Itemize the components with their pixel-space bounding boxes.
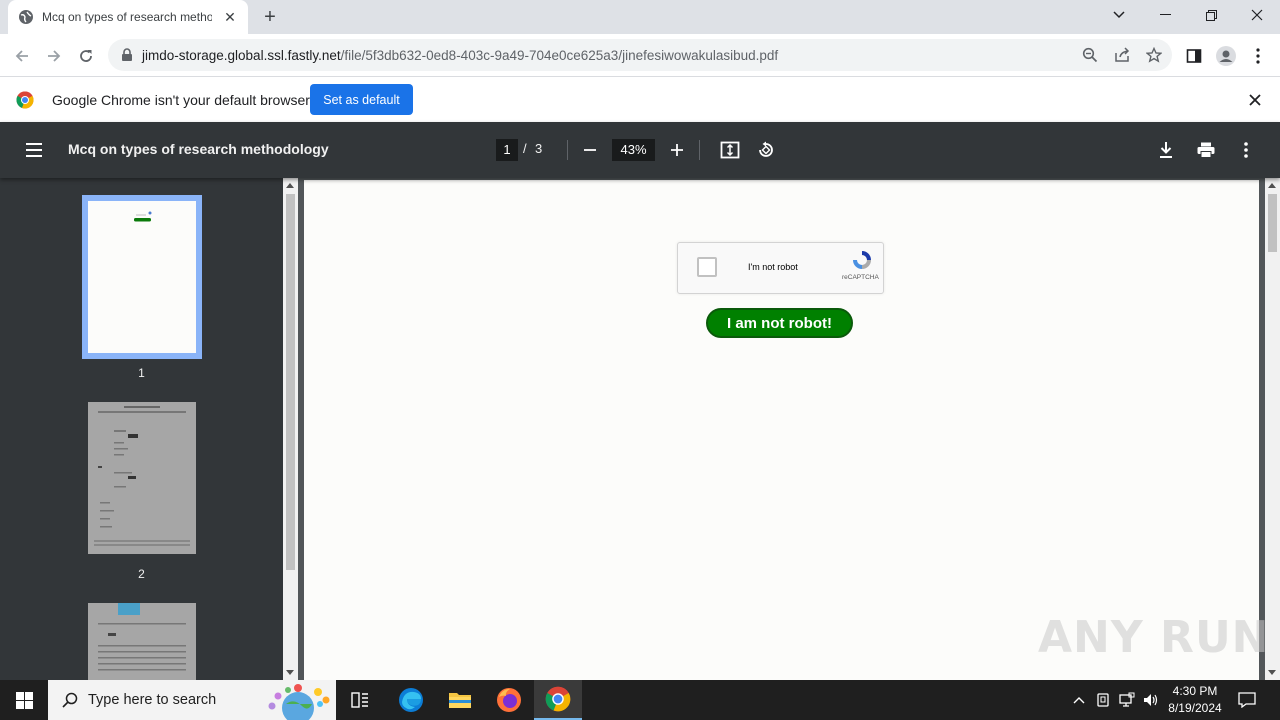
globe-icon <box>19 10 33 24</box>
reload-icon[interactable] <box>72 42 100 70</box>
recaptcha-label: I'm not robot <box>748 262 798 272</box>
page-count: 3 <box>535 141 543 156</box>
windows-start-icon[interactable] <box>0 680 48 720</box>
chrome-logo-icon <box>16 91 34 109</box>
profile-avatar-icon[interactable] <box>1212 42 1240 70</box>
pdf-title: Mcq on types of research methodology <box>68 141 329 157</box>
recaptcha-brand: reCAPTCHA <box>842 274 879 281</box>
zoom-in-icon[interactable] <box>665 138 689 162</box>
fit-page-icon[interactable] <box>718 138 742 162</box>
recaptcha-checkbox[interactable] <box>697 257 717 277</box>
recaptcha-widget[interactable]: I'm not robot reCAPTCHA <box>677 242 884 294</box>
task-view-icon[interactable] <box>336 680 384 720</box>
more-options-icon[interactable] <box>1234 138 1258 162</box>
thumbnail-label: 2 <box>138 567 145 581</box>
windows-taskbar: Type here to search 4:30 PM 8/19/2024 <box>0 680 1280 720</box>
tab-title: Mcq on types of research metho <box>42 10 212 24</box>
sidebar-scroll-thumb[interactable] <box>286 194 295 570</box>
url-host: jimdo-storage.global.ssl.fastly.net <box>142 47 341 63</box>
scroll-up-arrow-icon[interactable] <box>286 183 294 188</box>
lock-icon <box>122 48 132 61</box>
set-as-default-button[interactable]: Set as default <box>310 84 413 115</box>
bookmark-star-icon[interactable] <box>1145 46 1163 64</box>
hamburger-menu-icon[interactable] <box>24 140 44 160</box>
pdf-viewer: I'm not robot reCAPTCHA I am not robot! <box>298 178 1265 680</box>
browser-tab[interactable]: Mcq on types of research metho ✕ <box>8 0 248 34</box>
toolbar-divider <box>567 140 568 160</box>
toolbar-divider <box>699 140 700 160</box>
tab-search-icon[interactable] <box>1096 0 1142 30</box>
page-separator: / <box>523 141 527 156</box>
download-icon[interactable] <box>1154 138 1178 162</box>
clock-date: 8/19/2024 <box>1168 701 1222 715</box>
sidebar-scrollbar[interactable] <box>283 178 298 680</box>
anyrun-watermark: ANY RUN <box>1038 612 1270 663</box>
taskbar-clock[interactable]: 4:30 PM 8/19/2024 <box>1160 683 1230 717</box>
viewer-scroll-thumb[interactable] <box>1268 194 1277 252</box>
tray-device-icon[interactable] <box>1094 691 1112 709</box>
tab-close-icon[interactable]: ✕ <box>222 9 238 26</box>
side-panel-icon[interactable] <box>1180 42 1208 70</box>
close-window-button[interactable] <box>1234 0 1280 30</box>
clock-time: 4:30 PM <box>1172 684 1218 698</box>
scroll-up-arrow-icon[interactable] <box>1268 183 1276 188</box>
recaptcha-logo-icon <box>853 251 871 269</box>
i-am-not-robot-button[interactable]: I am not robot! <box>706 308 853 338</box>
taskbar-search-box[interactable]: Type here to search <box>48 680 336 720</box>
minimize-button[interactable] <box>1142 0 1188 30</box>
firefox-icon[interactable] <box>485 680 533 720</box>
network-icon[interactable] <box>1118 691 1136 709</box>
viewer-scrollbar[interactable] <box>1265 178 1280 680</box>
restore-button[interactable] <box>1188 0 1234 30</box>
thumbnail-label: 1 <box>138 366 145 380</box>
notification-icon[interactable] <box>1238 691 1256 709</box>
forward-arrow-icon[interactable] <box>40 42 68 70</box>
file-explorer-icon[interactable] <box>436 680 484 720</box>
page-thumbnail-1[interactable] <box>82 195 202 359</box>
pdf-page: I'm not robot reCAPTCHA I am not robot! <box>304 180 1259 680</box>
zoom-out-icon[interactable] <box>578 138 602 162</box>
url-path: /file/5f3db632-0ed8-403c-9a49-704e0ce625… <box>340 47 779 63</box>
print-icon[interactable] <box>1194 138 1218 162</box>
search-icon <box>62 692 78 708</box>
url-text: jimdo-storage.global.ssl.fastly.net/file… <box>142 48 778 63</box>
share-icon[interactable] <box>1113 46 1131 64</box>
zoom-level-input[interactable]: 43% <box>612 139 655 161</box>
thumbnail-sidebar: 1 2 <box>0 178 298 680</box>
edge-icon[interactable] <box>387 680 435 720</box>
search-placeholder: Type here to search <box>88 692 217 708</box>
page-thumbnail-2[interactable] <box>88 402 196 554</box>
browser-menu-icon[interactable] <box>1244 42 1272 70</box>
new-tab-button[interactable]: + <box>258 6 282 28</box>
tray-overflow-chevron-icon[interactable] <box>1070 691 1088 709</box>
tab-strip: Mcq on types of research metho ✕ + <box>0 0 1280 34</box>
address-bar[interactable]: jimdo-storage.global.ssl.fastly.net/file… <box>108 39 1172 71</box>
scroll-down-arrow-icon[interactable] <box>286 670 294 675</box>
rotate-icon[interactable] <box>754 138 778 162</box>
scroll-down-arrow-icon[interactable] <box>1268 670 1276 675</box>
zoom-icon[interactable] <box>1081 46 1099 64</box>
search-highlight-icon <box>268 684 330 720</box>
page-thumbnail-3[interactable] <box>88 603 196 680</box>
volume-icon[interactable] <box>1142 691 1160 709</box>
browser-toolbar: jimdo-storage.global.ssl.fastly.net/file… <box>0 34 1280 76</box>
close-infobar-icon[interactable] <box>1246 91 1264 109</box>
infobar-message: Google Chrome isn't your default browser <box>52 92 310 108</box>
page-number-input[interactable]: 1 <box>496 139 518 161</box>
back-arrow-icon[interactable] <box>8 42 36 70</box>
chrome-taskbar-icon[interactable] <box>534 680 582 720</box>
default-browser-infobar: Google Chrome isn't your default browser… <box>0 76 1280 122</box>
pdf-toolbar: Mcq on types of research methodology 1 /… <box>0 122 1280 178</box>
